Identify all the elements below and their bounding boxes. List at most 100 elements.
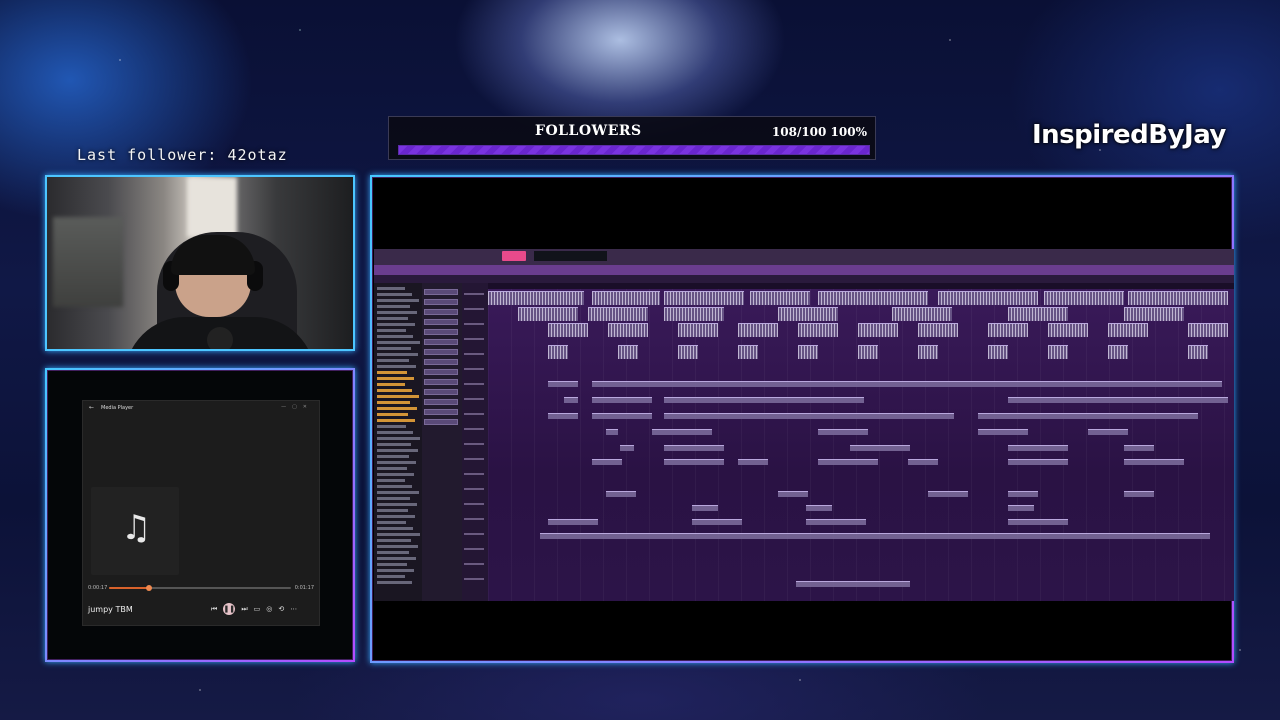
track-header[interactable]	[464, 323, 484, 325]
daw-track-headers[interactable]	[462, 283, 488, 601]
playlist-clip[interactable]	[588, 307, 648, 321]
channel-item[interactable]	[424, 309, 458, 315]
browser-entry[interactable]	[377, 425, 406, 428]
browser-entry[interactable]	[377, 335, 413, 338]
playlist-clip[interactable]	[592, 413, 652, 419]
playlist-clip[interactable]	[918, 345, 938, 359]
daw-timeline-ruler[interactable]	[488, 283, 1234, 289]
playlist-clip[interactable]	[1124, 445, 1154, 451]
playlist-clip[interactable]	[818, 291, 928, 305]
browser-entry[interactable]	[377, 329, 406, 332]
browser-entry[interactable]	[377, 557, 416, 560]
browser-entry[interactable]	[377, 569, 414, 572]
playlist-clip[interactable]	[1008, 445, 1068, 451]
browser-entry[interactable]	[377, 353, 418, 356]
browser-entry[interactable]	[377, 389, 412, 392]
track-header[interactable]	[464, 578, 484, 580]
browser-entry[interactable]	[377, 509, 408, 512]
playlist-clip[interactable]	[858, 323, 898, 337]
browser-entry[interactable]	[377, 359, 409, 362]
playlist-clip[interactable]	[892, 307, 952, 321]
playlist-clip[interactable]	[938, 291, 1038, 305]
browser-entry[interactable]	[377, 383, 405, 386]
browser-entry[interactable]	[377, 551, 409, 554]
browser-entry[interactable]	[377, 401, 410, 404]
channel-item[interactable]	[424, 379, 458, 385]
browser-entry[interactable]	[377, 419, 415, 422]
browser-entry[interactable]	[377, 473, 414, 476]
playlist-clip[interactable]	[1048, 323, 1088, 337]
channel-item[interactable]	[424, 329, 458, 335]
browser-entry[interactable]	[377, 581, 412, 584]
next-icon[interactable]: ⏭	[241, 605, 247, 614]
playlist-clip[interactable]	[548, 345, 568, 359]
playlist-clip[interactable]	[548, 323, 588, 337]
playlist-clip[interactable]	[738, 345, 758, 359]
playlist-clip[interactable]	[548, 413, 578, 419]
channel-item[interactable]	[424, 349, 458, 355]
channel-item[interactable]	[424, 389, 458, 395]
playlist-clip[interactable]	[678, 345, 698, 359]
track-header[interactable]	[464, 413, 484, 415]
playlist-clip[interactable]	[540, 533, 1210, 539]
track-header[interactable]	[464, 383, 484, 385]
browser-entry[interactable]	[377, 311, 417, 314]
cast-icon[interactable]: ◎	[266, 605, 272, 613]
daw-channel-list[interactable]	[422, 283, 463, 601]
browser-entry[interactable]	[377, 479, 405, 482]
playlist-clip[interactable]	[928, 491, 968, 497]
browser-entry[interactable]	[377, 293, 412, 296]
playlist-clip[interactable]	[620, 445, 634, 451]
playlist-clip[interactable]	[564, 397, 578, 403]
browser-entry[interactable]	[377, 443, 411, 446]
browser-entry[interactable]	[377, 461, 416, 464]
browser-entry[interactable]	[377, 455, 409, 458]
playlist-clip[interactable]	[692, 519, 742, 525]
browser-entry[interactable]	[377, 347, 411, 350]
playlist-clip[interactable]	[1108, 323, 1148, 337]
channel-item[interactable]	[424, 419, 458, 425]
playlist-clip[interactable]	[592, 381, 1222, 387]
playlist-clip[interactable]	[652, 429, 712, 435]
track-header[interactable]	[464, 503, 484, 505]
track-header[interactable]	[464, 353, 484, 355]
playlist-clip[interactable]	[1048, 345, 1068, 359]
playlist-clip[interactable]	[1008, 397, 1228, 403]
browser-entry[interactable]	[377, 563, 407, 566]
playlist-clip[interactable]	[1108, 345, 1128, 359]
playlist-clip[interactable]	[1188, 345, 1208, 359]
browser-entry[interactable]	[377, 323, 415, 326]
seek-bar[interactable]	[109, 585, 291, 591]
playlist-clip[interactable]	[806, 519, 866, 525]
repeat-icon[interactable]: ⟲	[278, 605, 284, 613]
playlist-clip[interactable]	[798, 323, 838, 337]
pause-button[interactable]: ❚❚	[223, 603, 236, 615]
browser-entry[interactable]	[377, 449, 418, 452]
track-header[interactable]	[464, 488, 484, 490]
playlist-clip[interactable]	[664, 445, 724, 451]
playlist-clip[interactable]	[988, 323, 1028, 337]
browser-entry[interactable]	[377, 467, 407, 470]
browser-entry[interactable]	[377, 515, 415, 518]
playlist-clip[interactable]	[1124, 459, 1184, 465]
playlist-clip[interactable]	[518, 307, 578, 321]
browser-entry[interactable]	[377, 305, 410, 308]
seek-bar-knob[interactable]	[146, 585, 153, 591]
browser-entry[interactable]	[377, 299, 419, 302]
fullscreen-icon[interactable]: ▭	[254, 605, 261, 613]
track-header[interactable]	[464, 338, 484, 340]
playlist-clip[interactable]	[1188, 323, 1228, 337]
playlist-clip[interactable]	[664, 307, 724, 321]
playlist-clip[interactable]	[1008, 505, 1034, 511]
browser-entry[interactable]	[377, 545, 418, 548]
playlist-clip[interactable]	[778, 491, 808, 497]
playlist-clip[interactable]	[1008, 519, 1068, 525]
playlist-clip[interactable]	[664, 413, 954, 419]
browser-entry[interactable]	[377, 371, 407, 374]
playlist-clip[interactable]	[918, 323, 958, 337]
browser-entry[interactable]	[377, 413, 408, 416]
channel-item[interactable]	[424, 319, 458, 325]
track-header[interactable]	[464, 563, 484, 565]
more-options-icon[interactable]: ⋯	[290, 605, 297, 613]
playlist-clip[interactable]	[796, 581, 910, 587]
